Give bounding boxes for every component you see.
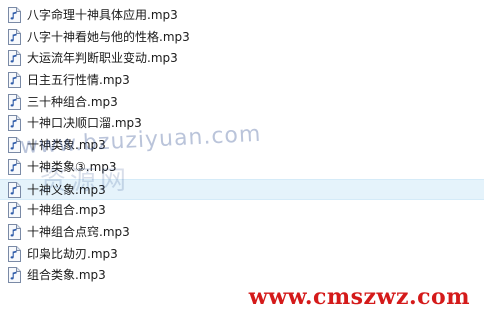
- file-row[interactable]: 十神类象.mp3: [0, 135, 484, 157]
- audio-file-icon: [8, 28, 21, 45]
- file-name: 十神义象.mp3: [27, 182, 106, 197]
- file-row[interactable]: 日主五行性情.mp3: [0, 70, 484, 92]
- file-name: 十神类象.mp3: [27, 138, 106, 153]
- audio-file-icon: [8, 50, 21, 67]
- file-row[interactable]: 十神口决顺口溜.mp3: [0, 113, 484, 135]
- audio-file-icon: [8, 245, 21, 262]
- file-row[interactable]: 十神类象③.mp3: [0, 157, 484, 179]
- file-name: 日主五行性情.mp3: [27, 73, 130, 88]
- site-watermark: www.cmszwz.com: [248, 284, 470, 310]
- file-row[interactable]: 十神组合.mp3: [0, 200, 484, 222]
- file-name: 三十种组合.mp3: [27, 94, 118, 109]
- file-row[interactable]: 十神组合点窍.mp3: [0, 222, 484, 244]
- audio-file-icon: [8, 158, 21, 175]
- file-name: 十神组合点窍.mp3: [27, 224, 130, 239]
- file-row[interactable]: 三十种组合.mp3: [0, 92, 484, 114]
- file-row[interactable]: 印枭比劫刃.mp3: [0, 244, 484, 266]
- file-row[interactable]: 大运流年判断职业变动.mp3: [0, 48, 484, 70]
- audio-file-icon: [8, 267, 21, 284]
- file-row[interactable]: 八字命理十神具体应用.mp3: [0, 5, 484, 27]
- file-name: 大运流年判断职业变动.mp3: [27, 51, 178, 66]
- audio-file-icon: [8, 137, 21, 154]
- file-name: 印枭比劫刃.mp3: [27, 246, 118, 261]
- file-name: 十神口决顺口溜.mp3: [27, 116, 142, 131]
- audio-file-icon: [8, 7, 21, 23]
- file-list: 八字命理十神具体应用.mp3 八字十神看她与他的性格.mp3 大运流年判断职业变…: [0, 5, 484, 287]
- file-name: 十神组合.mp3: [27, 203, 106, 218]
- audio-file-icon: [8, 93, 21, 110]
- audio-file-icon: [8, 72, 21, 89]
- file-name: 八字命理十神具体应用.mp3: [27, 8, 178, 22]
- file-name: 十神类象③.mp3: [27, 159, 117, 174]
- file-name: 八字十神看她与他的性格.mp3: [27, 29, 190, 44]
- audio-file-icon: [8, 181, 21, 198]
- audio-file-icon: [8, 115, 21, 132]
- audio-file-icon: [8, 202, 21, 219]
- file-row[interactable]: 十神义象.mp3: [0, 178, 484, 201]
- file-row[interactable]: 八字十神看她与他的性格.mp3: [0, 27, 484, 49]
- file-name: 组合类象.mp3: [27, 268, 106, 283]
- audio-file-icon: [8, 223, 21, 240]
